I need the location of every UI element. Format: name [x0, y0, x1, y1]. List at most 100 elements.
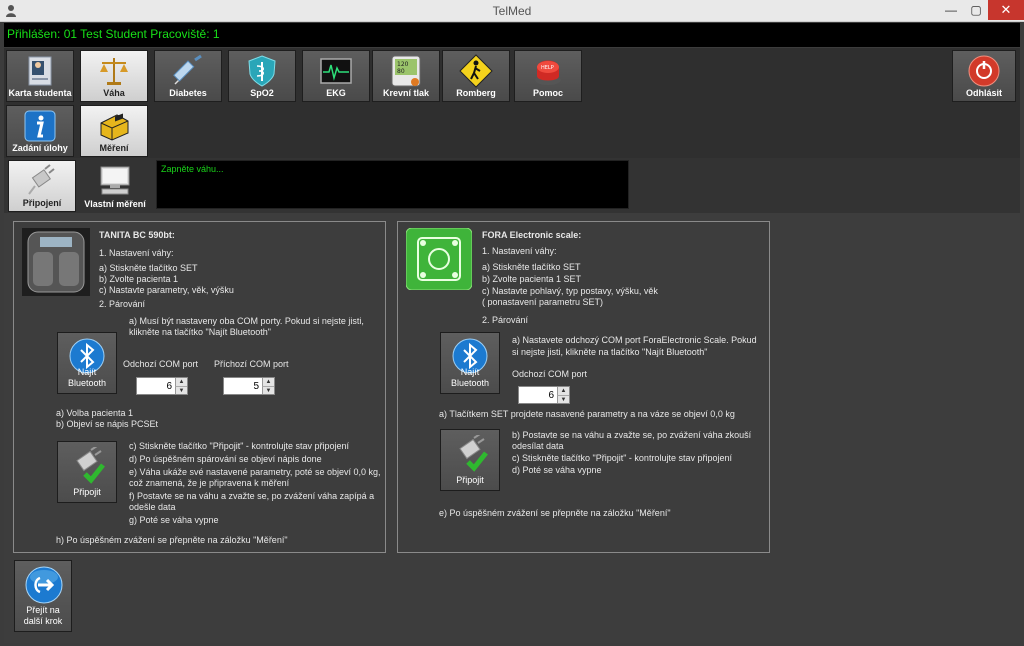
title-bar: TelMed — ▢ ✕	[0, 0, 1024, 22]
close-button[interactable]: ✕	[988, 0, 1024, 20]
tanita-step: d) Po úspěšném spárování se objeví nápis…	[129, 454, 322, 464]
tanita-connect-button[interactable]: Připojit	[57, 441, 117, 503]
syringe-icon	[173, 54, 202, 85]
fora-step: 2. Párování	[482, 315, 529, 325]
tab-pomoc[interactable]: HELP Pomoc	[514, 50, 582, 102]
fora-title: FORA Electronic scale:	[482, 230, 582, 240]
tab-romberg[interactable]: Romberg	[442, 50, 510, 102]
tab-vaha[interactable]: Váha	[80, 50, 148, 102]
fora-scale-icon	[406, 228, 472, 290]
stepper-up-icon[interactable]: ▲	[262, 378, 274, 386]
content-area: TANITA BC 590bt: 1. Nastavení váhy: a) S…	[4, 213, 1020, 643]
connection-toolbar: Připojení Vlastní měření Zapněte váhu...	[4, 158, 1020, 213]
student-card-icon	[28, 56, 52, 86]
tanita-find-bluetooth-button[interactable]: Najít Bluetooth	[57, 332, 117, 394]
incoming-com-label: Příchozí COM port	[214, 359, 289, 369]
next-step-button[interactable]: Přejít na další krok	[14, 560, 72, 632]
medical-shield-icon	[248, 55, 276, 87]
tanita-step: odešle data	[129, 502, 176, 512]
tab-label: Krevní tlak	[382, 88, 430, 98]
outgoing-com-stepper[interactable]: ▲ ▼	[136, 377, 188, 395]
plug-check-icon	[76, 447, 105, 484]
plug-icon	[28, 164, 55, 195]
tab-spo2[interactable]: SpO2	[228, 50, 296, 102]
tanita-step: f) Postavte se na váhu a zvažte se, po z…	[129, 491, 375, 501]
tab-pripojeni[interactable]: Připojení	[8, 160, 76, 212]
tab-label: Diabetes	[169, 88, 207, 98]
bt-label-line2: Bluetooth	[67, 378, 107, 388]
status-console: Zapněte váhu...	[156, 160, 629, 209]
fora-outgoing-com-label: Odchozí COM port	[512, 369, 588, 379]
tab-vlastni-mereni[interactable]: Vlastní měření	[80, 160, 150, 212]
stepper-down-icon[interactable]: ▼	[175, 386, 187, 394]
tab-zadani-ulohy[interactable]: Zadání úlohy	[6, 105, 74, 157]
next-arrow-icon	[25, 566, 63, 604]
tab-label: EKG	[326, 88, 346, 98]
fora-find-bluetooth-button[interactable]: Najít Bluetooth	[440, 332, 500, 394]
tab-label: Váha	[103, 88, 125, 98]
fora-step: 1. Nastavení váhy:	[482, 246, 557, 256]
fora-step: ( ponastavení parametru SET)	[482, 297, 604, 307]
info-icon	[24, 110, 56, 142]
stepper-down-icon[interactable]: ▼	[262, 386, 274, 394]
tab-label: Pomoc	[532, 88, 563, 98]
minimize-button[interactable]: —	[938, 0, 964, 20]
stepper-up-icon[interactable]: ▲	[175, 378, 187, 386]
logout-button[interactable]: Odhlásit	[952, 50, 1016, 102]
tab-label: SpO2	[250, 88, 274, 98]
tanita-step: c) Nastavte parametry, věk, výšku	[99, 285, 234, 295]
fora-step: d) Poté se váha vypne	[512, 465, 602, 475]
next-label-line2: další krok	[23, 616, 63, 626]
tab-ekg[interactable]: EKG	[302, 50, 370, 102]
fora-outgoing-com-stepper[interactable]: ▲ ▼	[518, 386, 570, 404]
fora-step: odesílat data	[512, 441, 564, 451]
power-icon	[968, 55, 1000, 87]
fora-connect-button[interactable]: Připojit	[440, 429, 500, 491]
tab-diabetes[interactable]: Diabetes	[154, 50, 222, 102]
tab-label: Připojení	[22, 198, 62, 208]
fora-step: si nejste jisti, klikněte na tlačítko "N…	[512, 347, 708, 357]
bt-label-line1: Najít	[460, 367, 480, 377]
tanita-step: což znamená, že je připravena k měření	[129, 478, 290, 488]
measure-device-icon	[100, 113, 129, 141]
ekg-monitor-icon	[320, 58, 352, 84]
svg-text:120: 120	[397, 61, 409, 68]
outgoing-com-input[interactable]	[137, 378, 175, 394]
fora-outgoing-com-input[interactable]	[519, 387, 557, 403]
blood-pressure-icon: 120 80	[391, 55, 421, 87]
plug-check-icon	[459, 435, 488, 472]
maximize-button[interactable]: ▢	[964, 0, 988, 20]
next-label-line1: Přejít na	[26, 605, 60, 615]
logout-label: Odhlásit	[965, 88, 1002, 98]
tab-krevni-tlak[interactable]: 120 80 Krevní tlak	[372, 50, 440, 102]
tanita-step: b) Objeví se nápis PCSEt	[56, 419, 159, 429]
sub-toolbar: Zadání úlohy Měření	[4, 104, 1020, 158]
tanita-step: b) Zvolte pacienta 1	[99, 274, 179, 284]
stepper-down-icon[interactable]: ▼	[557, 395, 569, 403]
window-title: TelMed	[492, 4, 532, 18]
tanita-step: e) Váha ukáže své nastavené parametry, p…	[129, 467, 381, 477]
login-status-text: Přihlášen: 01 Test Student Pracoviště: 1	[7, 27, 220, 41]
stepper-up-icon[interactable]: ▲	[557, 387, 569, 395]
incoming-com-stepper[interactable]: ▲ ▼	[223, 377, 275, 395]
console-text: Zapněte váhu...	[161, 164, 224, 174]
fora-step: b) Zvolte pacienta 1 SET	[482, 274, 582, 284]
fora-step: c) Stiskněte tlačítko "Připojit" - kontr…	[512, 453, 732, 463]
tab-mereni[interactable]: Měření	[80, 105, 148, 157]
fora-step: a) Tlačítkem SET projdete nasavené param…	[439, 409, 735, 419]
tanita-step: c) Stiskněte tlačítko "Připojit" - kontr…	[129, 441, 349, 451]
connect-label: Připojit	[456, 475, 484, 485]
tab-karta-studenta[interactable]: Karta studenta	[6, 50, 74, 102]
fora-step: c) Nastavte pohlavý, typ postavy, výšku,…	[482, 286, 658, 296]
tanita-step: g) Poté se váha vypne	[129, 515, 219, 525]
fora-step: b) Postavte se na váhu a zvažte se, po z…	[512, 430, 752, 440]
incoming-com-input[interactable]	[224, 378, 262, 394]
main-toolbar: Karta studenta Váha Diabetes SpO2 EKG 12…	[4, 48, 1020, 104]
tanita-panel: TANITA BC 590bt: 1. Nastavení váhy: a) S…	[13, 221, 386, 553]
svg-text:80: 80	[397, 68, 405, 75]
connect-label: Připojit	[73, 487, 101, 497]
tanita-step: a) Volba pacienta 1	[56, 408, 134, 418]
scales-icon	[100, 58, 128, 85]
tanita-title: TANITA BC 590bt:	[99, 230, 175, 240]
tab-label: Romberg	[456, 88, 496, 98]
